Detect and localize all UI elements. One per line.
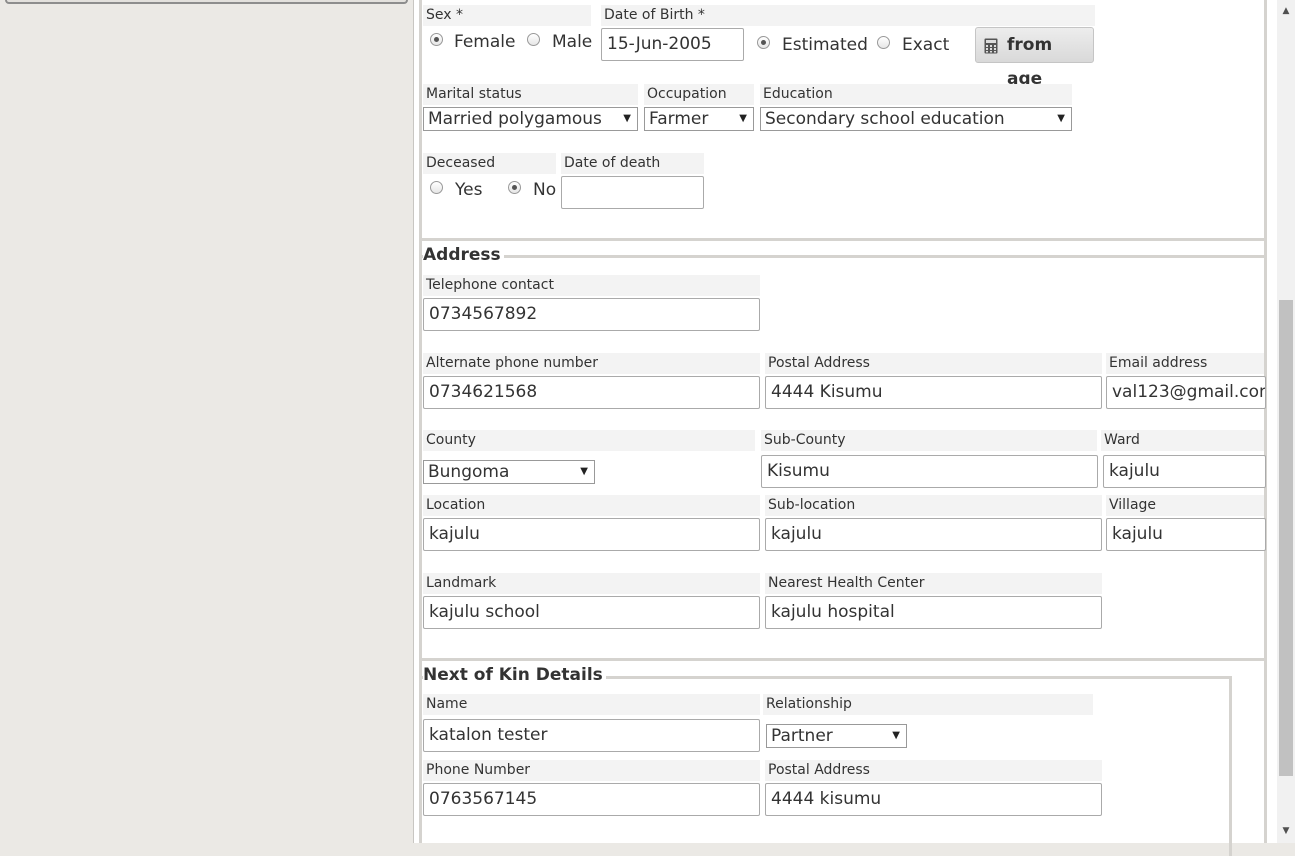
kin-phone-input[interactable]: 0763567145 bbox=[423, 783, 760, 816]
dob-exact-label: Exact bbox=[902, 35, 950, 55]
kin-relationship-value: Partner bbox=[771, 726, 833, 746]
page-scrollbar[interactable]: ▲ ▼ bbox=[1277, 0, 1295, 843]
sex-male-label: Male bbox=[552, 32, 593, 52]
county-value: Bungoma bbox=[428, 462, 510, 482]
marital-status-value: Married polygamous bbox=[428, 109, 602, 129]
deceased-no-label: No bbox=[533, 180, 557, 200]
education-label: Education bbox=[760, 84, 1072, 105]
scrollbar-thumb[interactable] bbox=[1279, 300, 1293, 776]
county-select[interactable]: Bungoma ▼ bbox=[423, 460, 595, 484]
dropdown-arrow-icon: ▼ bbox=[739, 113, 747, 124]
sex-male-radio[interactable] bbox=[527, 33, 540, 46]
dropdown-arrow-icon: ▼ bbox=[1057, 113, 1065, 124]
form-right-border bbox=[1264, 0, 1267, 843]
kin-phone-label: Phone Number bbox=[423, 760, 760, 781]
sublocation-label: Sub-location bbox=[765, 495, 1102, 516]
sex-label: Sex * bbox=[423, 5, 591, 26]
date-of-death-label: Date of death bbox=[561, 153, 704, 174]
landmark-input[interactable]: kajulu school bbox=[423, 596, 760, 629]
kin-top-divider bbox=[421, 658, 1267, 661]
deceased-no-radio[interactable] bbox=[508, 181, 521, 194]
kin-name-label: Name bbox=[423, 694, 760, 715]
occupation-select[interactable]: Farmer ▼ bbox=[644, 107, 754, 131]
dropdown-arrow-icon: ▼ bbox=[623, 113, 631, 124]
kin-relationship-label: Relationship bbox=[763, 694, 1093, 715]
subcounty-input[interactable]: Kisumu bbox=[761, 455, 1098, 488]
occupation-value: Farmer bbox=[649, 109, 709, 129]
left-panel bbox=[0, 0, 413, 843]
subcounty-label: Sub-County bbox=[761, 430, 1097, 451]
address-section-title: Address bbox=[423, 245, 504, 265]
health-center-label: Nearest Health Center bbox=[765, 573, 1102, 594]
postal-address-input[interactable]: 4444 Kisumu bbox=[765, 376, 1102, 409]
dob-estimated-radio[interactable] bbox=[757, 36, 770, 49]
county-label: County bbox=[423, 430, 755, 451]
kin-relationship-select[interactable]: Partner ▼ bbox=[766, 724, 907, 748]
left-panel-box bbox=[5, 0, 408, 4]
telephone-label: Telephone contact bbox=[423, 275, 760, 296]
deceased-yes-radio[interactable] bbox=[430, 181, 443, 194]
postal-address-label: Postal Address bbox=[765, 353, 1102, 374]
scroll-down-arrow-icon[interactable]: ▼ bbox=[1277, 823, 1295, 840]
ward-label: Ward bbox=[1101, 430, 1264, 451]
dropdown-arrow-icon: ▼ bbox=[892, 730, 900, 741]
village-input[interactable]: kajulu bbox=[1106, 518, 1266, 551]
ward-input[interactable]: kajulu bbox=[1103, 455, 1266, 488]
date-of-death-input[interactable] bbox=[561, 176, 704, 209]
village-label: Village bbox=[1106, 495, 1264, 516]
education-value: Secondary school education bbox=[765, 109, 1005, 129]
telephone-input[interactable]: 0734567892 bbox=[423, 298, 760, 331]
location-input[interactable]: kajulu bbox=[423, 518, 760, 551]
dob-exact-radio[interactable] bbox=[877, 36, 890, 49]
dropdown-arrow-icon: ▼ bbox=[580, 466, 588, 477]
calculator-icon bbox=[984, 38, 998, 54]
kin-section-title: Next of Kin Details bbox=[423, 665, 606, 685]
scroll-up-arrow-icon[interactable]: ▲ bbox=[1277, 3, 1295, 20]
sex-female-radio[interactable] bbox=[430, 33, 443, 46]
dob-label: Date of Birth * bbox=[601, 5, 1095, 26]
education-select[interactable]: Secondary school education ▼ bbox=[760, 107, 1072, 131]
marital-status-label: Marital status bbox=[423, 84, 638, 105]
alt-phone-input[interactable]: 0734621568 bbox=[423, 376, 760, 409]
occupation-label: Occupation bbox=[644, 84, 754, 105]
address-legend-line bbox=[421, 255, 1267, 258]
kin-postal-label: Postal Address bbox=[765, 760, 1102, 781]
email-input[interactable]: val123@gmail.com bbox=[1106, 376, 1266, 409]
alt-phone-label: Alternate phone number bbox=[423, 353, 760, 374]
location-label: Location bbox=[423, 495, 760, 516]
kin-postal-input[interactable]: 4444 kisumu bbox=[765, 783, 1102, 816]
dob-input[interactable]: 15-Jun-2005 bbox=[601, 28, 744, 61]
address-top-divider bbox=[421, 238, 1267, 241]
from-age-button[interactable]: from age bbox=[975, 27, 1094, 89]
deceased-label: Deceased bbox=[423, 153, 556, 174]
marital-status-select[interactable]: Married polygamous ▼ bbox=[423, 107, 638, 131]
deceased-yes-label: Yes bbox=[455, 180, 483, 200]
dob-estimated-label: Estimated bbox=[782, 35, 868, 55]
kin-name-input[interactable]: katalon tester bbox=[423, 719, 760, 752]
sublocation-input[interactable]: kajulu bbox=[765, 518, 1102, 551]
health-center-input[interactable]: kajulu hospital bbox=[765, 596, 1102, 629]
sex-female-label: Female bbox=[454, 32, 516, 52]
landmark-label: Landmark bbox=[423, 573, 760, 594]
email-label: Email address bbox=[1106, 353, 1264, 374]
